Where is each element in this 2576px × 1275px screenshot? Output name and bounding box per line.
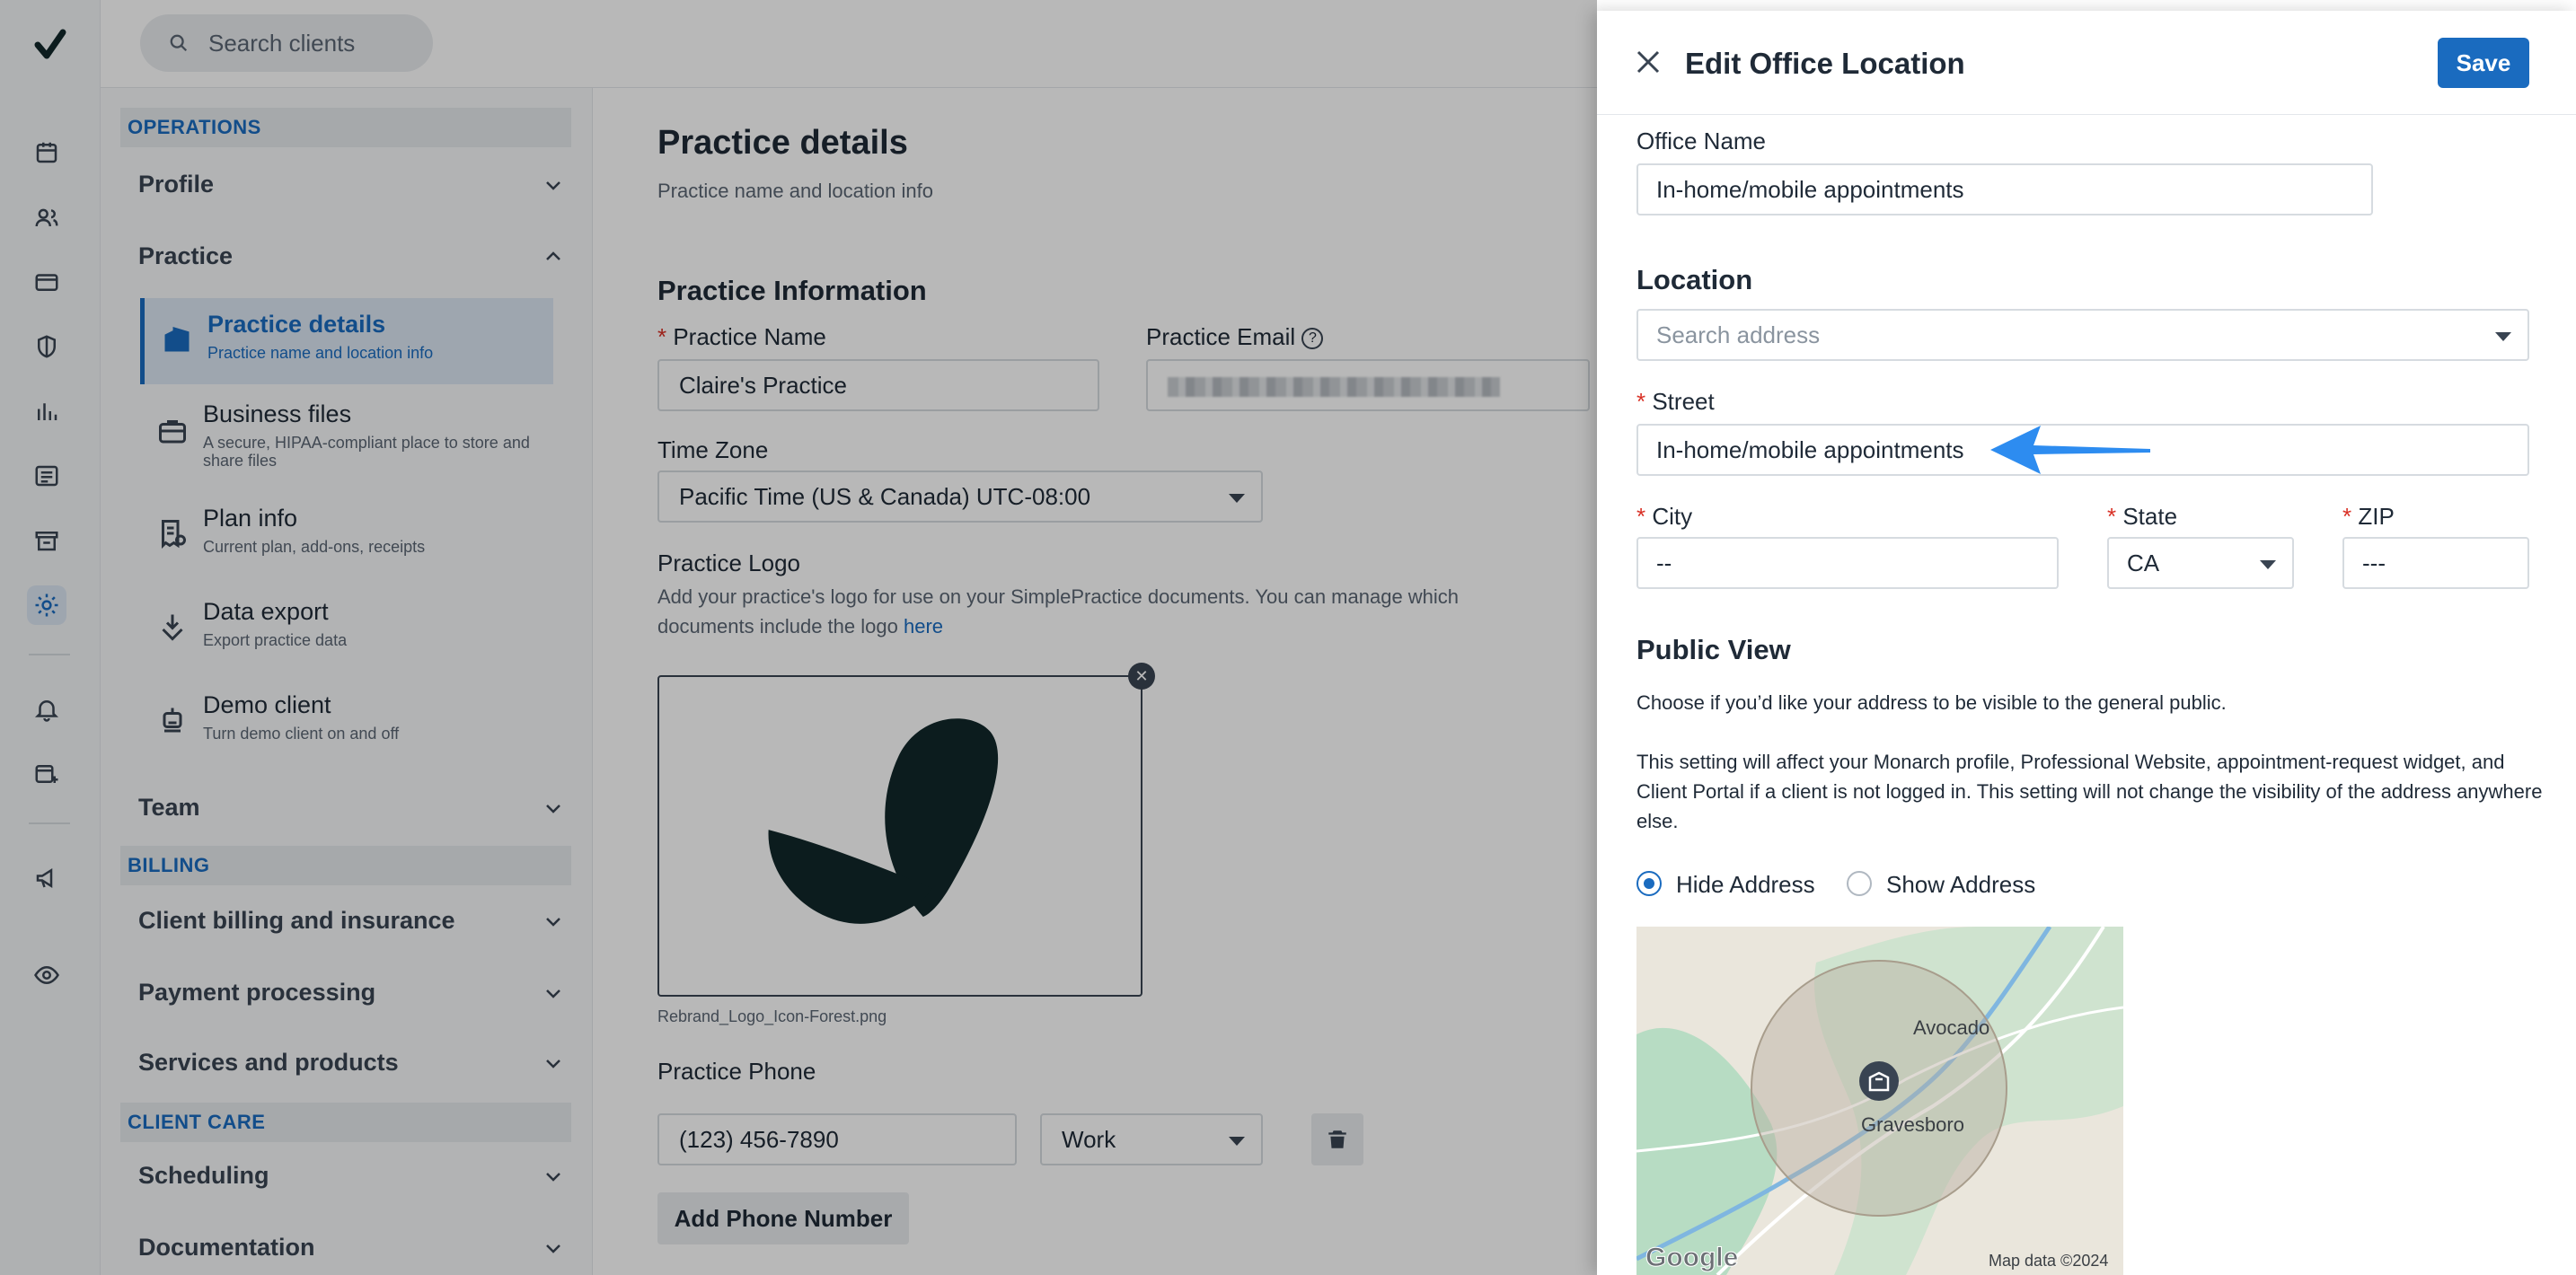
hide-address-radio[interactable] [1636, 871, 1662, 896]
drawer-header: Edit Office Location Save [1597, 11, 2576, 115]
state-select[interactable]: CA [2107, 537, 2294, 589]
zip-label: ZIP [2342, 503, 2394, 531]
map-place-label: Avocado [1913, 1016, 1989, 1039]
edit-office-location-drawer: Edit Office Location Save Office Name In… [1597, 11, 2576, 1275]
save-button[interactable]: Save [2438, 38, 2529, 88]
hide-address-label[interactable]: Hide Address [1676, 871, 1815, 899]
close-icon [1636, 50, 1660, 74]
address-search-placeholder: Search address [1656, 321, 1821, 348]
chevron-down-icon [2260, 560, 2276, 569]
close-button[interactable] [1633, 47, 1663, 77]
state-value: CA [2127, 550, 2160, 576]
show-address-radio[interactable] [1847, 871, 1872, 896]
office-name-label: Office Name [1636, 128, 1767, 154]
state-label: State [2107, 503, 2177, 531]
address-search-select[interactable]: Search address [1636, 309, 2529, 361]
map-attribution: Map data ©2024 [1989, 1252, 2108, 1270]
modal-backdrop[interactable] [0, 0, 1597, 1275]
annotation-arrow-icon [1990, 426, 2150, 474]
city-field[interactable]: -- [1636, 537, 2059, 589]
google-logo: Google [1645, 1243, 1738, 1272]
street-label: Street [1636, 388, 1714, 416]
zip-field[interactable]: --- [2342, 537, 2529, 589]
show-address-label[interactable]: Show Address [1886, 871, 2035, 899]
city-label: City [1636, 503, 1692, 531]
chevron-down-icon [2495, 332, 2511, 341]
map-graphic: Avocado Gravesboro Google Map data ©2024 [1636, 927, 2123, 1275]
drawer-title: Edit Office Location [1685, 47, 1965, 80]
map-place-label: Gravesboro [1861, 1113, 1964, 1136]
location-heading: Location [1636, 264, 1753, 295]
office-name-field[interactable]: In-home/mobile appointments [1636, 163, 2373, 215]
public-view-description: Choose if you’d like your address to be … [1636, 691, 2227, 714]
public-view-heading: Public View [1636, 634, 1791, 665]
location-map[interactable]: Avocado Gravesboro Google Map data ©2024 [1636, 927, 2123, 1275]
public-view-note: This setting will affect your Monarch pr… [1636, 751, 2543, 832]
